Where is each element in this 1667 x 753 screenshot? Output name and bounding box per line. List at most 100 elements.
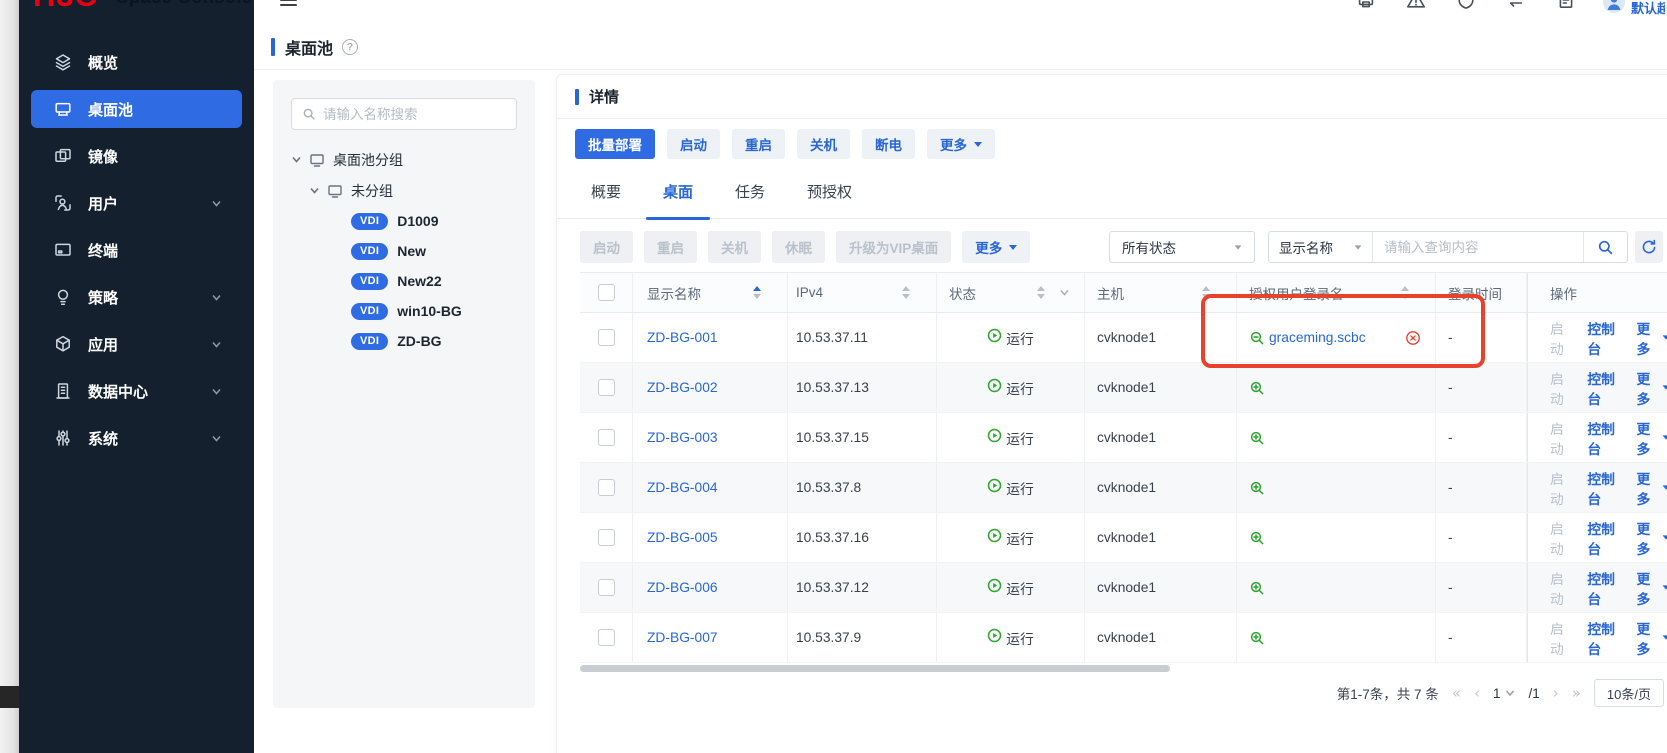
row-checkbox[interactable] [598,329,615,346]
row-op-console[interactable]: 控制台 [1587,368,1622,408]
restart-button[interactable]: 重启 [732,129,785,159]
sort-icon[interactable] [902,286,910,299]
query-input[interactable] [1373,232,1583,262]
row-op-more[interactable]: 更多 [1636,468,1667,508]
row-checkbox[interactable] [598,579,615,596]
sidebar-item-desktop-pool[interactable]: 桌面池 [31,90,242,128]
row-checkbox[interactable] [598,479,615,496]
menu-collapse-icon[interactable] [280,0,297,10]
row-restart-button[interactable]: 重启 [644,231,697,263]
row-op-more[interactable]: 更多 [1636,318,1667,358]
first-page-button[interactable]: « [1452,684,1461,702]
batch-deploy-button[interactable]: 批量部署 [575,129,655,159]
row-op-more[interactable]: 更多 [1636,368,1667,408]
select-all-checkbox[interactable] [598,284,615,301]
status-filter-select[interactable]: 所有状态 [1109,231,1255,263]
row-start-button[interactable]: 启动 [580,231,633,263]
row-op-start[interactable]: 启动 [1550,318,1573,358]
next-page-button[interactable]: › [1553,684,1559,702]
sidebar-item-datacenter[interactable]: 数据中心 [31,372,242,410]
row-op-start[interactable]: 启动 [1550,418,1573,458]
sidebar-item-system[interactable]: 系统 [31,419,242,457]
page-select[interactable]: 1 [1493,686,1516,701]
tree-pool-item[interactable]: VDIZD-BG [273,326,535,356]
row-op-more[interactable]: 更多 [1636,418,1667,458]
row-op-start[interactable]: 启动 [1550,368,1573,408]
expand-users-icon[interactable] [1249,530,1265,546]
tree-pool-item[interactable]: VDINew [273,236,535,266]
sidebar-item-user[interactable]: 用户 [31,184,242,222]
row-op-start[interactable]: 启动 [1550,468,1573,508]
user-menu[interactable]: 默认超 [1603,0,1667,17]
desktop-name-link[interactable]: ZD-BG-005 [647,530,718,545]
row-op-console[interactable]: 控制台 [1587,518,1622,558]
query-field-select[interactable]: 显示名称 [1269,232,1373,262]
tree-pool-item[interactable]: VDINew22 [273,266,535,296]
row-op-console[interactable]: 控制台 [1587,568,1622,608]
row-checkbox[interactable] [598,529,615,546]
expand-users-icon[interactable] [1249,380,1265,396]
expand-users-icon[interactable] [1249,580,1265,596]
desktop-name-link[interactable]: ZD-BG-006 [647,580,718,595]
prev-page-button[interactable]: ‹ [1474,684,1480,702]
last-page-button[interactable]: » [1572,684,1581,702]
sidebar-item-app-cube[interactable]: 应用 [31,325,242,363]
search-button[interactable] [1583,232,1627,262]
row-shutdown-button[interactable]: 关机 [708,231,761,263]
horizontal-scrollbar[interactable] [580,665,1170,672]
transfer-arrows-icon[interactable] [1506,0,1526,10]
toolbar-more-button[interactable]: 更多 [962,231,1030,263]
row-op-start[interactable]: 启动 [1550,518,1573,558]
row-checkbox[interactable] [598,379,615,396]
expand-users-icon[interactable] [1249,430,1265,446]
expand-users-icon[interactable] [1249,480,1265,496]
tab-desktop[interactable]: 桌面 [663,165,693,218]
shutdown-button[interactable]: 关机 [797,129,850,159]
upgrade-vip-button[interactable]: 升级为VIP桌面 [836,231,951,263]
row-op-console[interactable]: 控制台 [1587,618,1622,658]
help-icon[interactable]: ? [342,39,358,55]
tree-pool-item[interactable]: VDIwin10-BG [273,296,535,326]
report-icon[interactable] [1556,0,1576,10]
desktop-name-link[interactable]: ZD-BG-001 [647,330,718,345]
remove-user-icon[interactable] [1405,330,1421,346]
chevron-down-icon[interactable] [309,185,320,196]
shield-icon[interactable] [1456,0,1476,10]
tree-node-group[interactable]: 未分组 [273,175,535,206]
sidebar-item-layers[interactable]: 概览 [31,43,242,81]
page-size-select[interactable]: 10条/页 [1594,679,1664,707]
sort-icon[interactable] [1037,286,1045,299]
row-op-console[interactable]: 控制台 [1587,418,1622,458]
auth-user-link[interactable]: graceming.scbc [1269,330,1366,345]
desktop-name-link[interactable]: ZD-BG-003 [647,430,718,445]
tab-tasks[interactable]: 任务 [735,165,765,218]
tree-node-root[interactable]: 桌面池分组 [273,144,535,175]
sidebar-item-image[interactable]: 镜像 [31,137,242,175]
tree-pool-item[interactable]: VDID1009 [273,206,535,236]
row-checkbox[interactable] [598,429,615,446]
expand-users-icon[interactable] [1249,630,1265,646]
row-op-console[interactable]: 控制台 [1587,468,1622,508]
sidebar-item-terminal[interactable]: 终端 [31,231,242,269]
row-op-console[interactable]: 控制台 [1587,318,1622,358]
row-hibernate-button[interactable]: 休眠 [772,231,825,263]
start-button[interactable]: 启动 [667,129,720,159]
sort-icon[interactable] [1202,286,1210,299]
tree-search-input[interactable] [323,107,506,122]
alert-triangle-icon[interactable] [1406,0,1426,10]
row-op-more[interactable]: 更多 [1636,568,1667,608]
desktop-name-link[interactable]: ZD-BG-004 [647,480,718,495]
printer-icon[interactable] [1356,0,1376,10]
row-op-more[interactable]: 更多 [1636,518,1667,558]
desktop-name-link[interactable]: ZD-BG-007 [647,630,718,645]
tab-preauth[interactable]: 预授权 [807,165,852,218]
row-op-start[interactable]: 启动 [1550,618,1573,658]
filter-chevron-icon[interactable] [1059,287,1070,298]
row-op-more[interactable]: 更多 [1636,618,1667,658]
chevron-down-icon[interactable] [291,154,302,165]
collapse-users-icon[interactable] [1249,330,1265,346]
refresh-button[interactable] [1635,231,1663,263]
row-op-start[interactable]: 启动 [1550,568,1573,608]
sort-icon[interactable] [753,286,761,299]
more-actions-button[interactable]: 更多 [927,129,995,159]
